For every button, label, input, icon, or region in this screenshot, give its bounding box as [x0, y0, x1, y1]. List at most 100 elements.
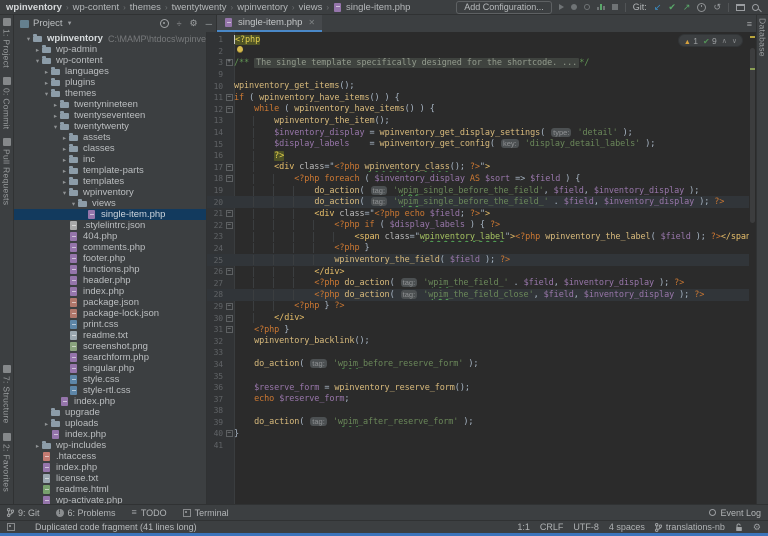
tree-item[interactable]: ▸twentyseventeen	[14, 110, 206, 121]
tool-window-button[interactable]: 1: Project	[2, 18, 12, 68]
tree-item[interactable]: ▸twentynineteen	[14, 99, 206, 110]
chevron-right-icon[interactable]: ▸	[42, 68, 51, 76]
tree-item[interactable]: ▾wpinventory	[14, 187, 206, 198]
tree-item[interactable]: .stylelintrc.json	[14, 220, 206, 231]
hide-panel-icon[interactable]: ─	[206, 19, 212, 29]
close-tab-icon[interactable]: ✕	[308, 18, 315, 27]
tree-item[interactable]: upgrade	[14, 407, 206, 418]
editor-options-icon[interactable]: ≡	[747, 15, 756, 32]
search-everywhere-icon[interactable]	[752, 4, 759, 11]
tool-window-button[interactable]: 2: Favorites	[2, 433, 12, 492]
tree-item[interactable]: .htaccess	[14, 451, 206, 462]
breadcrumb-item[interactable]: views	[299, 2, 323, 13]
prev-issue-icon[interactable]: ∧	[722, 37, 727, 45]
tree-item[interactable]: wp-activate.php	[14, 495, 206, 504]
breadcrumb-item[interactable]: themes	[130, 2, 161, 13]
tree-item[interactable]: ▾wp-content	[14, 55, 206, 66]
tree-item[interactable]: functions.php	[14, 264, 206, 275]
breadcrumb-item[interactable]: wpinventory	[6, 2, 62, 13]
line-ending[interactable]: CRLF	[540, 522, 564, 532]
breadcrumb-item[interactable]: wp-content	[73, 2, 119, 13]
event-log-button[interactable]: Event Log	[709, 508, 761, 518]
breadcrumb-item[interactable]: wpinventory	[237, 2, 288, 13]
chevron-right-icon[interactable]: ▸	[60, 134, 69, 142]
fold-open-icon[interactable]: −	[224, 222, 234, 229]
error-stripe-mark[interactable]	[750, 68, 755, 70]
tree-item[interactable]: ▸inc	[14, 154, 206, 165]
fold-open-icon[interactable]: −	[224, 164, 234, 171]
tree-item[interactable]: readme.html	[14, 484, 206, 495]
tree-item[interactable]: style-rtl.css	[14, 385, 206, 396]
project-panel-header[interactable]: Project ▼ ÷ ⚙ ─	[14, 15, 217, 32]
tree-item[interactable]: print.css	[14, 319, 206, 330]
add-configuration-button[interactable]: Add Configuration...	[456, 1, 552, 14]
hector-inspections-icon[interactable]: ⚙	[753, 523, 761, 532]
tree-item[interactable]: searchform.php	[14, 352, 206, 363]
fold-open-icon[interactable]: −	[224, 430, 234, 437]
chevron-down-icon[interactable]: ▼	[67, 21, 73, 27]
fold-open-icon[interactable]: −	[224, 268, 234, 275]
tool-window-button[interactable]: 0: Commit	[2, 77, 12, 129]
tree-item[interactable]: ▾themes	[14, 88, 206, 99]
tree-item[interactable]: ▸languages	[14, 66, 206, 77]
breadcrumb-item[interactable]: twentytwenty	[172, 2, 227, 13]
chevron-right-icon[interactable]: ▸	[60, 156, 69, 164]
tool-window-button[interactable]: Database	[758, 18, 768, 57]
chevron-right-icon[interactable]: ▸	[51, 101, 60, 109]
encoding[interactable]: UTF-8	[573, 522, 599, 532]
tool-window-switcher-icon[interactable]	[7, 523, 15, 531]
tree-item[interactable]: ▸wp-includes	[14, 440, 206, 451]
chevron-down-icon[interactable]: ▾	[69, 200, 78, 208]
lock-icon[interactable]	[735, 523, 743, 532]
chevron-down-icon[interactable]: ▾	[51, 123, 60, 131]
error-stripe-mark[interactable]	[750, 36, 755, 38]
tool-window-button-todo[interactable]: ≡TODO	[132, 508, 167, 518]
chevron-right-icon[interactable]: ▸	[51, 112, 60, 120]
chevron-right-icon[interactable]: ▸	[42, 420, 51, 428]
fold-open-icon[interactable]: −	[224, 315, 234, 322]
intention-bulb-icon[interactable]	[237, 46, 243, 53]
tool-window-button-terminal[interactable]: Terminal	[183, 508, 229, 518]
inspections-widget[interactable]: ▲ 1 ✔ 9 ∧ ∨	[678, 34, 743, 47]
git-update-icon[interactable]: ↙	[654, 3, 662, 12]
tree-item[interactable]: package-lock.json	[14, 308, 206, 319]
tree-item[interactable]: ▾views	[14, 198, 206, 209]
fold-open-icon[interactable]: −	[224, 106, 234, 113]
tree-item[interactable]: single-item.php	[14, 209, 206, 220]
tree-item[interactable]: license.txt	[14, 473, 206, 484]
fold-open-icon[interactable]: −	[224, 326, 234, 333]
breadcrumb-file[interactable]: single-item.php	[333, 2, 410, 13]
tree-item[interactable]: 404.php	[14, 231, 206, 242]
fold-open-icon[interactable]: −	[224, 303, 234, 310]
chevron-down-icon[interactable]: ▾	[42, 90, 51, 98]
tree-item[interactable]: package.json	[14, 297, 206, 308]
fold-open-icon[interactable]: −	[224, 175, 234, 182]
next-issue-icon[interactable]: ∨	[732, 37, 737, 45]
chevron-right-icon[interactable]: ▸	[60, 178, 69, 186]
tool-window-button[interactable]: 7: Structure	[2, 365, 12, 424]
fold-open-icon[interactable]: −	[224, 210, 234, 217]
fold-open-icon[interactable]: −	[224, 94, 234, 101]
rollback-icon[interactable]: ↺	[713, 3, 721, 12]
tree-item[interactable]: ▸plugins	[14, 77, 206, 88]
stop-icon[interactable]	[612, 4, 618, 10]
chevron-down-icon[interactable]: ▾	[24, 35, 33, 43]
chevron-right-icon[interactable]: ▸	[33, 442, 42, 450]
chevron-right-icon[interactable]: ▸	[42, 79, 51, 87]
locate-file-icon[interactable]	[160, 19, 169, 28]
chevron-down-icon[interactable]: ▾	[60, 189, 69, 197]
tree-item[interactable]: ▾wpinventoryC:\MAMP\htdocs\wpinventory	[14, 33, 206, 44]
breadcrumb[interactable]: wpinventory›wp-content›themes›twentytwen…	[6, 2, 410, 13]
tree-item[interactable]: header.php	[14, 275, 206, 286]
tool-window-button----git[interactable]: 9: Git	[7, 508, 40, 518]
git-push-icon[interactable]: ↗	[683, 3, 691, 12]
project-tree-panel[interactable]: ▾wpinventoryC:\MAMP\htdocs\wpinventory▸w…	[14, 32, 207, 504]
debug-icon[interactable]	[571, 4, 577, 10]
git-commit-icon[interactable]: ✔	[668, 3, 676, 12]
tree-item[interactable]: index.php	[14, 429, 206, 440]
tree-item[interactable]: index.php	[14, 462, 206, 473]
code-editor[interactable]: 1<?php23+/** The single template specifi…	[207, 32, 756, 504]
tree-item[interactable]: footer.php	[14, 253, 206, 264]
tool-window-button[interactable]: Pull Requests	[2, 138, 12, 205]
tree-item[interactable]: index.php	[14, 286, 206, 297]
